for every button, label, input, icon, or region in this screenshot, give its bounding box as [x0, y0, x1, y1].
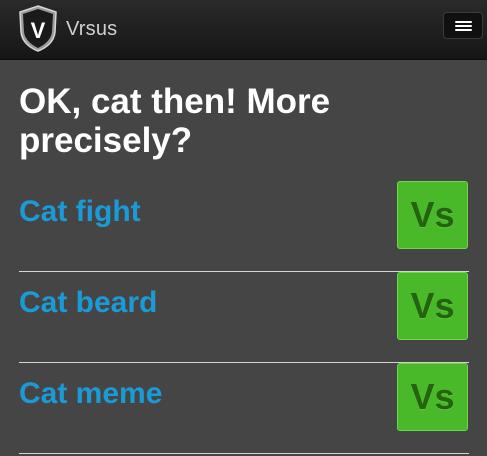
- brand-name[interactable]: Vrsus: [66, 18, 117, 41]
- vs-button[interactable]: Vs: [397, 181, 468, 249]
- navbar: V Vrsus: [0, 0, 487, 60]
- hamburger-menu-icon-bar: [455, 29, 472, 31]
- vs-button[interactable]: Vs: [397, 363, 468, 431]
- vs-button[interactable]: Vs: [397, 272, 468, 340]
- list-item: Cat meme Vs: [19, 363, 469, 454]
- vrsus-logo-icon[interactable]: V: [18, 5, 58, 52]
- item-link[interactable]: Cat fight: [19, 195, 141, 229]
- list-item: Cat fight Vs: [19, 181, 469, 272]
- menu-toggle-button[interactable]: [443, 12, 483, 39]
- logo-letter: V: [31, 18, 46, 43]
- item-link[interactable]: Cat meme: [19, 377, 162, 411]
- hamburger-menu-icon-bar: [455, 25, 472, 27]
- hamburger-menu-icon-bar: [455, 21, 472, 23]
- page-heading: OK, cat then! More precisely?: [19, 82, 331, 160]
- list-item: Cat beard Vs: [19, 272, 469, 363]
- item-link[interactable]: Cat beard: [19, 286, 157, 320]
